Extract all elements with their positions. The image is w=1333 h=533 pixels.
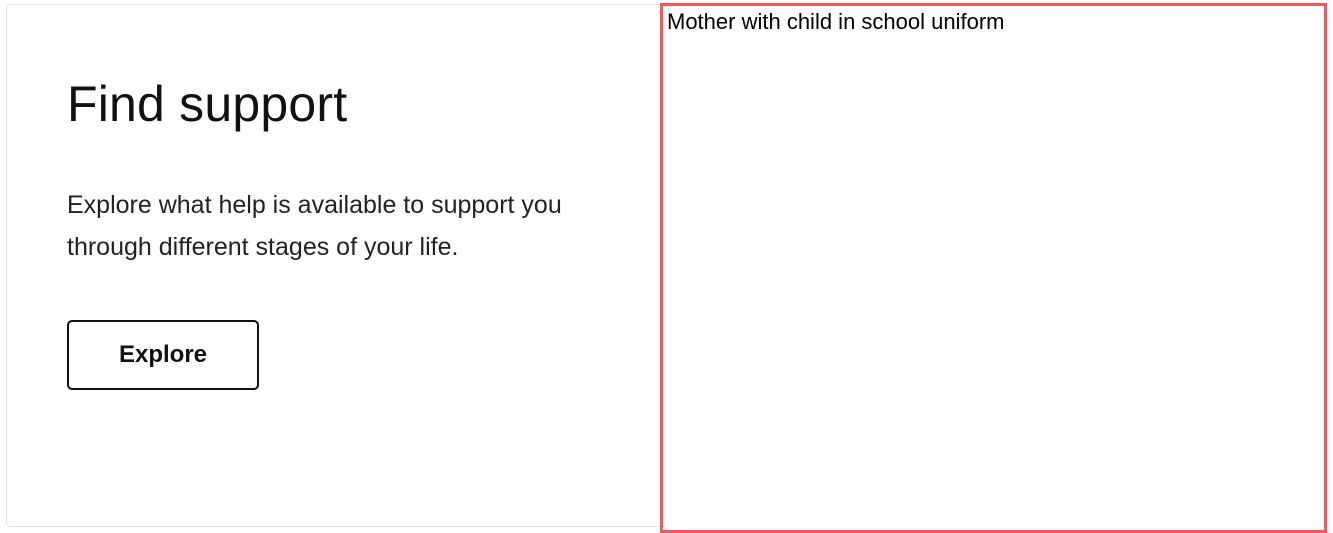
explore-button[interactable]: Explore <box>67 320 259 390</box>
card-title: Find support <box>67 76 348 132</box>
card-image: Mother with child in school uniform <box>660 3 1327 533</box>
image-alt-text: Mother with child in school uniform <box>667 9 1005 34</box>
card-description: Explore what help is available to suppor… <box>67 191 562 261</box>
